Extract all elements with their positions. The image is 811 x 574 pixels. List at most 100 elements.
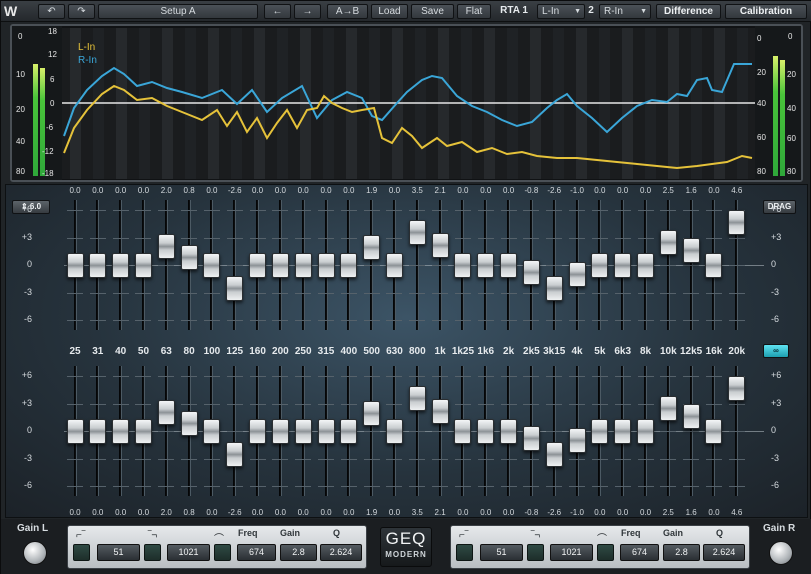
save-button[interactable]: Save	[411, 4, 454, 19]
fader-knob-lower-50[interactable]	[134, 418, 152, 444]
calibration-button[interactable]: Calibration	[725, 4, 807, 19]
fader-knob-upper-10k[interactable]	[659, 229, 677, 255]
fader-knob-lower-20k[interactable]	[728, 376, 746, 402]
redo-button[interactable]: ↷	[68, 4, 95, 19]
fader-knob-lower-2k5[interactable]	[522, 425, 540, 451]
fader-knob-upper-200[interactable]	[271, 252, 289, 278]
fader-knob-lower-250[interactable]	[294, 418, 312, 444]
fader-knob-upper-2k[interactable]	[500, 252, 518, 278]
fader-knob-upper-1k25[interactable]	[454, 252, 472, 278]
fader-knob-upper-80[interactable]	[180, 245, 198, 271]
fader-knob-upper-16k[interactable]	[705, 252, 723, 278]
fader-knob-lower-125[interactable]	[226, 442, 244, 468]
fader-knob-lower-1k6[interactable]	[477, 418, 495, 444]
lowcut-toggle[interactable]	[73, 544, 90, 561]
gain-r-knob[interactable]	[769, 541, 793, 565]
fader-knob-upper-63[interactable]	[157, 234, 175, 260]
difference-button[interactable]: Difference	[656, 4, 721, 19]
fader-knob-lower-12k5[interactable]	[682, 403, 700, 429]
fader-knob-lower-500[interactable]	[363, 401, 381, 427]
bell-gain-field[interactable]: 2.8	[280, 544, 317, 561]
fader-tick	[226, 486, 243, 487]
bell-q-field[interactable]: 2.624	[703, 544, 745, 561]
fader-knob-upper-6k3[interactable]	[614, 252, 632, 278]
previous-preset-button[interactable]: ←	[264, 4, 291, 19]
link-button[interactable]: ∞	[763, 344, 789, 358]
fader-knob-lower-40[interactable]	[112, 418, 130, 444]
fader-knob-upper-160[interactable]	[249, 252, 267, 278]
bell-toggle[interactable]	[214, 544, 231, 561]
fader-tick	[728, 458, 745, 460]
fader-knob-lower-63[interactable]	[157, 400, 175, 426]
bell-shape-icon: ⌒	[597, 534, 607, 545]
fader-knob-lower-800[interactable]	[408, 386, 426, 412]
fader-knob-upper-5k[interactable]	[591, 252, 609, 278]
fader-knob-lower-100[interactable]	[203, 418, 221, 444]
bell-freq-field[interactable]: 674	[237, 544, 276, 561]
highcut-toggle[interactable]	[527, 544, 544, 561]
fader-knob-upper-630[interactable]	[385, 252, 403, 278]
fader-knob-lower-10k[interactable]	[659, 395, 677, 421]
fader-knob-lower-31[interactable]	[89, 418, 107, 444]
fader-knob-lower-1k[interactable]	[431, 399, 449, 425]
fader-knob-upper-20k[interactable]	[728, 210, 746, 236]
fader-knob-lower-315[interactable]	[317, 418, 335, 444]
bell-q-field[interactable]: 2.624	[320, 544, 362, 561]
fader-knob-lower-2k[interactable]	[500, 418, 518, 444]
toolbar: W ↶ ↷ Setup A ← → A→B Load Save Flat RTA…	[1, 1, 811, 22]
fader-knob-lower-80[interactable]	[180, 411, 198, 437]
fader-knob-upper-1k6[interactable]	[477, 252, 495, 278]
fader-knob-upper-315[interactable]	[317, 252, 335, 278]
fader-knob-lower-630[interactable]	[385, 418, 403, 444]
fader-knob-lower-6k3[interactable]	[614, 418, 632, 444]
next-preset-button[interactable]: →	[294, 4, 321, 19]
fader-knob-lower-16k[interactable]	[705, 418, 723, 444]
highcut-freq-field[interactable]: 1021	[167, 544, 210, 561]
bell-freq-field[interactable]: 674	[620, 544, 659, 561]
fader-tick	[546, 265, 563, 266]
fader-knob-upper-25[interactable]	[66, 252, 84, 278]
fader-knob-upper-31[interactable]	[89, 252, 107, 278]
fader-knob-upper-12k5[interactable]	[682, 237, 700, 263]
lowcut-freq-field[interactable]: 51	[480, 544, 523, 561]
fader-knob-upper-800[interactable]	[408, 220, 426, 246]
fader-knob-lower-3k15[interactable]	[545, 442, 563, 468]
fader-knob-upper-50[interactable]	[134, 252, 152, 278]
fader-knob-upper-8k[interactable]	[637, 252, 654, 278]
fader-knob-upper-4k[interactable]	[568, 261, 586, 287]
bell-toggle[interactable]	[597, 544, 614, 561]
highcut-toggle[interactable]	[144, 544, 161, 561]
bell-gain-field[interactable]: 2.8	[663, 544, 700, 561]
fader-knob-upper-500[interactable]	[363, 235, 381, 261]
flat-button[interactable]: Flat	[457, 4, 491, 19]
fader-knob-upper-125[interactable]	[226, 276, 244, 302]
rta2-source-select[interactable]: R-In ▼	[599, 4, 651, 19]
ab-compare-button[interactable]: A→B	[327, 4, 368, 19]
fader-tick	[181, 210, 198, 211]
gain-l-knob[interactable]	[23, 541, 47, 565]
fader-knob-upper-1k[interactable]	[431, 233, 449, 259]
fader-knob-lower-160[interactable]	[249, 418, 267, 444]
fader-knob-lower-4k[interactable]	[568, 427, 586, 453]
fader-knob-upper-40[interactable]	[112, 252, 130, 278]
fader-knob-upper-400[interactable]	[340, 252, 358, 278]
fader-knob-lower-200[interactable]	[271, 418, 289, 444]
undo-button[interactable]: ↶	[38, 4, 65, 19]
fader-knob-lower-25[interactable]	[66, 418, 84, 444]
fader-knob-upper-250[interactable]	[294, 252, 312, 278]
preset-name-field[interactable]: Setup A	[98, 4, 258, 19]
fader-knob-upper-3k15[interactable]	[545, 276, 563, 302]
fader-tick	[454, 403, 471, 405]
fader-knob-upper-2k5[interactable]	[522, 259, 540, 285]
fader-knob-lower-400[interactable]	[340, 418, 358, 444]
lowcut-freq-field[interactable]: 51	[97, 544, 140, 561]
highcut-freq-field[interactable]: 1021	[550, 544, 593, 561]
rta-plot[interactable]: L-In R-In	[62, 28, 755, 179]
fader-knob-lower-1k25[interactable]	[454, 418, 472, 444]
load-button[interactable]: Load	[371, 4, 408, 19]
fader-knob-upper-100[interactable]	[203, 252, 221, 278]
rta1-source-select[interactable]: L-In ▼	[537, 4, 585, 19]
fader-knob-lower-5k[interactable]	[591, 418, 609, 444]
lowcut-toggle[interactable]	[456, 544, 473, 561]
fader-knob-lower-8k[interactable]	[637, 418, 654, 444]
